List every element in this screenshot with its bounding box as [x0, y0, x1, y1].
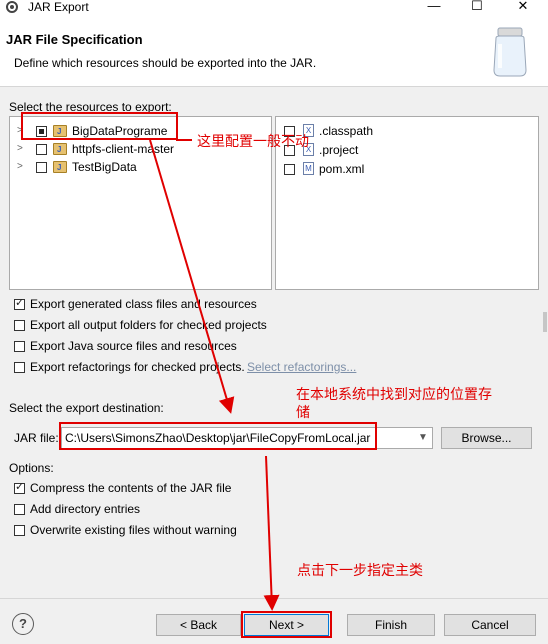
annotation-arrows: [149, 139, 280, 611]
annotation-arrow-1: [149, 139, 235, 414]
annotation-arrow-2: [263, 455, 280, 611]
